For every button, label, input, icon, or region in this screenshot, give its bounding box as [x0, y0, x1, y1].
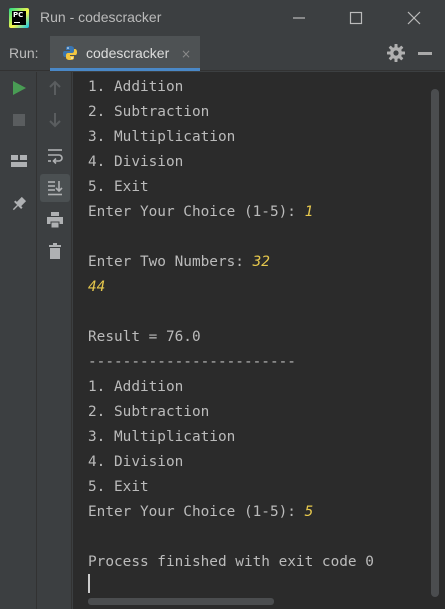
user-input: 5 [304, 504, 314, 520]
console-lines: 1. Addition 2. Subtraction 3. Multiplica… [88, 75, 374, 575]
maximize-icon[interactable] [344, 6, 368, 30]
print-icon[interactable] [45, 210, 65, 230]
layout-icon[interactable] [9, 151, 29, 171]
console-line: 2. Subtraction [88, 104, 210, 120]
text-caret [88, 574, 90, 593]
console-line: 1. Addition [88, 379, 184, 395]
console-line: 5. Exit [88, 179, 149, 195]
console-line: Process finished with exit code 0 [88, 554, 374, 570]
scroll-to-end-button[interactable] [40, 174, 70, 202]
user-input: 1 [304, 204, 314, 220]
scroll-to-end-icon [48, 181, 63, 196]
tab-label: codescracker [86, 45, 170, 61]
console-line: Enter Your Choice (1-5): 5 [88, 504, 314, 520]
stop-icon[interactable] [9, 110, 29, 130]
run-tab-bar: Run: codescracker × [0, 36, 445, 71]
console-line: 4. Division [88, 154, 184, 170]
console-line: 44 [88, 275, 374, 300]
console-line: Enter Two Numbers: 32 [88, 254, 270, 270]
console-line: ------------------------ [88, 354, 296, 370]
horizontal-scrollbar[interactable] [88, 598, 274, 605]
run-label: Run: [9, 45, 39, 61]
console-line: 1. Addition [88, 79, 184, 95]
console-line: Enter Your Choice (1-5): 1 [88, 204, 314, 220]
user-input: 44 [88, 279, 106, 295]
pycharm-logo-icon: PC [9, 8, 29, 28]
arrow-up-icon[interactable] [45, 78, 65, 98]
run-toolbar [0, 72, 72, 609]
console-output[interactable]: 1. Addition 2. Subtraction 3. Multiplica… [73, 72, 445, 609]
trash-icon[interactable] [45, 241, 65, 261]
user-input: 32 [252, 254, 270, 270]
toolbar-divider [36, 72, 37, 609]
window-title: Run - codescracker [40, 9, 162, 25]
tab-close-icon[interactable]: × [181, 47, 191, 61]
pin-icon[interactable] [9, 194, 29, 214]
close-icon[interactable] [402, 6, 426, 30]
console-line: 2. Subtraction [88, 404, 210, 420]
console-line: 4. Division [88, 454, 184, 470]
minimize-panel-icon[interactable] [418, 52, 432, 55]
python-icon [63, 46, 77, 60]
arrow-down-icon[interactable] [45, 110, 65, 130]
gear-icon[interactable] [386, 43, 406, 63]
console-line: 3. Multiplication [88, 429, 236, 445]
title-bar: PC Run - codescracker [0, 0, 445, 36]
minimize-icon[interactable] [287, 6, 311, 30]
tab-codescracker[interactable]: codescracker × [50, 36, 200, 71]
soft-wrap-icon[interactable] [45, 145, 65, 165]
console-line: 3. Multiplication [88, 129, 236, 145]
play-icon[interactable] [9, 78, 29, 98]
console-line: Result = 76.0 [88, 329, 201, 345]
vertical-scrollbar[interactable] [431, 89, 439, 597]
console-line: 5. Exit [88, 479, 149, 495]
